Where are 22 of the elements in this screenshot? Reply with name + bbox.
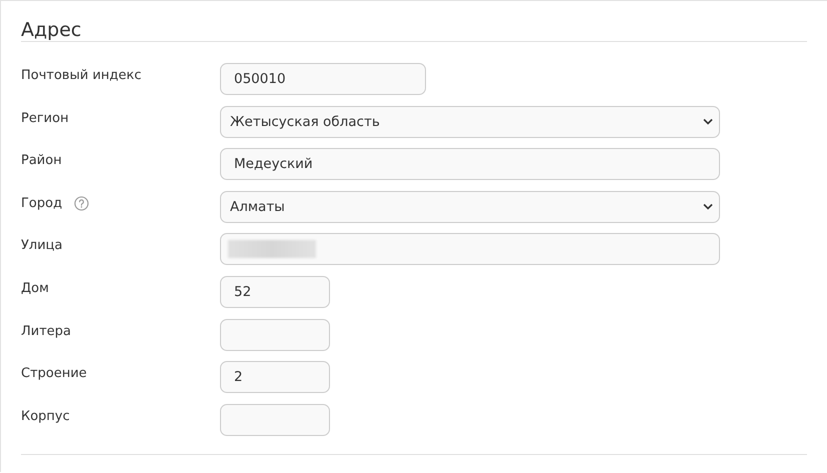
input-field[interactable]: 2 [220,361,330,394]
input-field[interactable]: Медеуский [220,148,720,180]
input-field[interactable] [220,318,330,351]
field-label: Дом [21,280,49,296]
field-label: Литера [21,324,72,339]
dropdown[interactable]: Алматы [220,190,720,223]
chevron-down-icon [703,203,713,210]
help-icon[interactable] [74,196,90,211]
section-title: Адрес [21,18,82,39]
input-field[interactable]: 050010 [220,63,426,95]
field-label: Город [21,196,62,211]
field-label: Улица [21,238,62,254]
field-label: Почтовый индекс [21,68,142,83]
field-label: Корпус [21,408,70,424]
input-field[interactable] [220,233,720,266]
field-label: Строение [21,366,87,382]
chevron-down-icon [703,118,713,126]
input-field[interactable] [220,404,330,436]
dropdown[interactable]: Жетысуская область [220,106,720,138]
input-field[interactable]: 52 [220,276,330,308]
field-label: Район [21,153,62,168]
field-label: Регион [21,110,69,126]
